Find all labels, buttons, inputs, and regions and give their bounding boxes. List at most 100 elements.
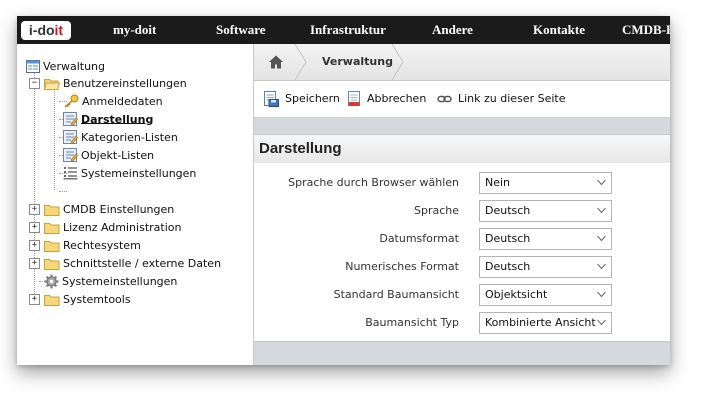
chevron-down-icon xyxy=(597,179,606,186)
key-icon xyxy=(64,94,79,108)
tree-item-benutzereinstellungen[interactable]: Benutzereinstellungen xyxy=(44,74,187,91)
save-icon xyxy=(264,91,279,107)
language-select[interactable]: Deutsch xyxy=(479,200,612,222)
nav-software[interactable]: Software xyxy=(216,16,266,44)
tree-label: Systemeinstellungen xyxy=(81,166,197,180)
number-format-select[interactable]: Deutsch xyxy=(479,256,612,278)
tree-label: Systemtools xyxy=(63,292,131,306)
tree-item-rechtesystem[interactable]: Rechtesystem xyxy=(44,236,141,253)
tree-item-cmdb-einstellungen[interactable]: CMDB Einstellungen xyxy=(44,200,174,217)
tree-item-verwaltung[interactable]: Verwaltung xyxy=(26,57,105,74)
nav-my-doit[interactable]: my-doit xyxy=(113,16,156,44)
field-label: Baumansicht Typ xyxy=(365,316,459,329)
settings-form-icon xyxy=(63,148,78,162)
top-navigation: i-doit my-doit Software Infrastruktur An… xyxy=(17,16,670,44)
settings-form: Sprache durch Browser wählen Nein Sprach… xyxy=(254,163,670,342)
select-value: Objektsicht xyxy=(485,288,548,301)
breadcrumb-separator-icon xyxy=(294,44,307,80)
field-label: Standard Baumansicht xyxy=(333,288,459,301)
select-value: Nein xyxy=(485,176,511,189)
tree-connector xyxy=(59,191,67,192)
admin-tree: Verwaltung − Benutzereinstellungen Anmel… xyxy=(17,44,254,365)
folder-icon xyxy=(44,258,60,270)
settings-form-icon xyxy=(63,130,78,144)
nav-cmdb-explorer[interactable]: CMDB-Ex xyxy=(622,16,670,44)
page-link-button[interactable]: Link zu dieser Seite xyxy=(437,81,565,117)
form-row-default-tree-view: Standard Baumansicht Objektsicht xyxy=(254,284,670,306)
chevron-down-icon xyxy=(597,319,606,326)
tree-item-darstellung[interactable]: Darstellung xyxy=(63,110,153,127)
chevron-down-icon xyxy=(597,291,606,298)
tree-label: Benutzereinstellungen xyxy=(63,76,187,90)
tree-connector xyxy=(54,86,55,190)
expand-icon[interactable]: + xyxy=(29,258,40,269)
chevron-down-icon xyxy=(597,235,606,242)
field-label: Sprache durch Browser wählen xyxy=(288,176,459,189)
expand-icon[interactable]: + xyxy=(29,294,40,305)
select-value: Deutsch xyxy=(485,260,531,273)
folder-icon xyxy=(44,222,60,234)
expand-icon[interactable]: + xyxy=(29,240,40,251)
admin-window-icon xyxy=(26,59,40,73)
logo-text-prefix: i-do xyxy=(28,22,55,38)
cancel-document-icon xyxy=(348,91,360,106)
select-value: Deutsch xyxy=(485,204,531,217)
expand-icon[interactable]: + xyxy=(29,204,40,215)
tree-item-systemeinstellungen[interactable]: Systemeinstellungen xyxy=(44,272,177,289)
tree-label: CMDB Einstellungen xyxy=(63,202,175,216)
tree-item-objekt-listen[interactable]: Objekt-Listen xyxy=(63,146,154,163)
tree-view-type-select[interactable]: Kombinierte Ansicht xyxy=(479,312,612,334)
default-tree-view-select[interactable]: Objektsicht xyxy=(479,284,612,306)
section-header: Darstellung xyxy=(254,134,670,164)
home-icon[interactable] xyxy=(268,54,284,70)
tree-label: Lizenz Administration xyxy=(63,220,182,234)
app-window: i-doit my-doit Software Infrastruktur An… xyxy=(17,16,670,365)
tree-label: Verwaltung xyxy=(43,59,105,73)
folder-icon xyxy=(44,240,60,252)
tree-item-lizenz-administration[interactable]: Lizenz Administration xyxy=(44,218,181,235)
gear-icon xyxy=(44,274,59,288)
tree-item-systemeinstellungen-user[interactable]: Systemeinstellungen xyxy=(63,164,196,181)
cancel-button-label: Abbrechen xyxy=(367,92,427,105)
content-panel: Verwaltung Speichern Abbrechen Link zu d… xyxy=(254,44,670,365)
tree-label: Anmeldedaten xyxy=(82,94,163,108)
idoit-logo[interactable]: i-doit xyxy=(21,21,71,40)
nav-infrastruktur[interactable]: Infrastruktur xyxy=(310,16,386,44)
breadcrumb: Verwaltung xyxy=(254,44,670,81)
tree-label: Rechtesystem xyxy=(63,238,141,252)
tree-label: Systemeinstellungen xyxy=(62,274,178,288)
browser-language-select[interactable]: Nein xyxy=(479,172,612,194)
breadcrumb-separator-icon xyxy=(391,44,404,80)
tree-item-systemtools[interactable]: Systemtools xyxy=(44,290,131,307)
form-row-language: Sprache Deutsch xyxy=(254,200,670,222)
list-settings-icon xyxy=(63,167,78,180)
breadcrumb-item-verwaltung[interactable]: Verwaltung xyxy=(322,44,393,80)
folder-icon xyxy=(44,204,60,216)
save-button-label: Speichern xyxy=(285,92,340,105)
save-button[interactable]: Speichern xyxy=(263,81,340,117)
logo-text-suffix: it xyxy=(54,22,64,38)
field-label: Datumsformat xyxy=(379,232,459,245)
cancel-button[interactable]: Abbrechen xyxy=(347,81,426,117)
form-row-date-format: Datumsformat Deutsch xyxy=(254,228,670,250)
folder-open-icon xyxy=(44,78,60,90)
select-value: Kombinierte Ansicht xyxy=(485,316,596,329)
link-icon xyxy=(437,95,452,103)
settings-form-icon xyxy=(63,112,78,126)
nav-kontakte[interactable]: Kontakte xyxy=(533,16,585,44)
nav-andere[interactable]: Andere xyxy=(432,16,473,44)
date-format-select[interactable]: Deutsch xyxy=(479,228,612,250)
collapse-icon[interactable]: − xyxy=(29,78,40,89)
chevron-down-icon xyxy=(597,207,606,214)
tree-item-schnittstelle[interactable]: Schnittstelle / externe Daten xyxy=(44,254,221,271)
tree-label: Kategorien-Listen xyxy=(81,130,178,144)
page-link-label: Link zu dieser Seite xyxy=(458,92,566,105)
form-row-tree-view-type: Baumansicht Typ Kombinierte Ansicht xyxy=(254,312,670,334)
tree-item-anmeldedaten[interactable]: Anmeldedaten xyxy=(63,92,163,109)
expand-icon[interactable]: + xyxy=(29,222,40,233)
field-label: Sprache xyxy=(413,204,459,217)
tree-item-kategorien-listen[interactable]: Kategorien-Listen xyxy=(63,128,178,145)
action-toolbar: Speichern Abbrechen Link zu dieser Seite xyxy=(254,81,670,118)
section-title: Darstellung xyxy=(259,140,342,157)
folder-icon xyxy=(44,294,60,306)
